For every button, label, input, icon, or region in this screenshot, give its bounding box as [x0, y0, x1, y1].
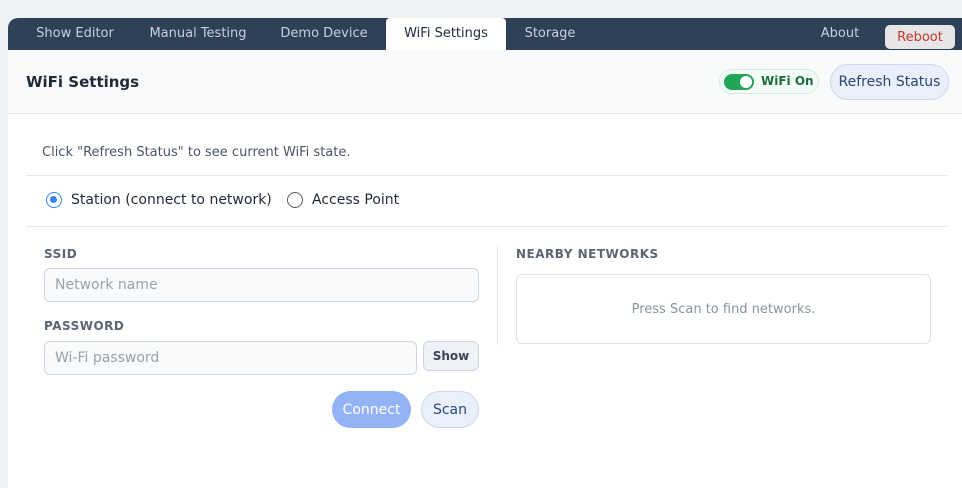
networks-empty-message: Press Scan to find networks. [631, 302, 816, 317]
column-divider [497, 245, 498, 345]
wifi-switch-knob [740, 76, 752, 88]
show-password-button[interactable]: Show [423, 341, 479, 371]
tab-storage[interactable]: Storage [512, 18, 588, 50]
access-point-radio-label[interactable]: Access Point [312, 192, 399, 208]
nearby-networks-heading: NEARBY NETWORKS [516, 247, 659, 261]
tab-show-editor[interactable]: Show Editor [22, 18, 128, 50]
ssid-input[interactable] [44, 268, 479, 302]
tab-wifi-settings[interactable]: WiFi Settings [386, 18, 506, 50]
page-title: WiFi Settings [26, 73, 140, 91]
tab-manual-testing[interactable]: Manual Testing [138, 18, 258, 50]
wifi-toggle[interactable]: WiFi On [719, 69, 819, 94]
reboot-button[interactable]: Reboot [885, 25, 955, 49]
station-radio-label[interactable]: Station (connect to network) [71, 192, 272, 208]
station-radio[interactable] [46, 192, 62, 208]
tab-about[interactable]: About [808, 18, 872, 50]
divider [26, 175, 948, 176]
wifi-switch[interactable] [724, 74, 754, 90]
app-window: Show Editor Manual Testing Demo Device W… [8, 18, 962, 488]
refresh-status-button[interactable]: Refresh Status [830, 64, 949, 100]
password-input[interactable] [44, 341, 417, 375]
access-point-radio[interactable] [287, 192, 303, 208]
tab-demo-device[interactable]: Demo Device [268, 18, 380, 50]
wifi-settings-panel: Click "Refresh Status" to see current Wi… [26, 115, 950, 488]
page-header: WiFi Settings WiFi On Refresh Status [8, 50, 962, 114]
wifi-toggle-label: WiFi On [761, 74, 814, 88]
nearby-networks-list: Press Scan to find networks. [516, 274, 931, 344]
connect-button[interactable]: Connect [332, 391, 411, 428]
divider [26, 226, 948, 227]
scan-button[interactable]: Scan [421, 391, 479, 428]
tab-bar: Show Editor Manual Testing Demo Device W… [8, 18, 962, 50]
password-label: PASSWORD [44, 319, 125, 333]
ssid-label: SSID [44, 247, 78, 261]
status-message: Click "Refresh Status" to see current Wi… [42, 145, 351, 160]
